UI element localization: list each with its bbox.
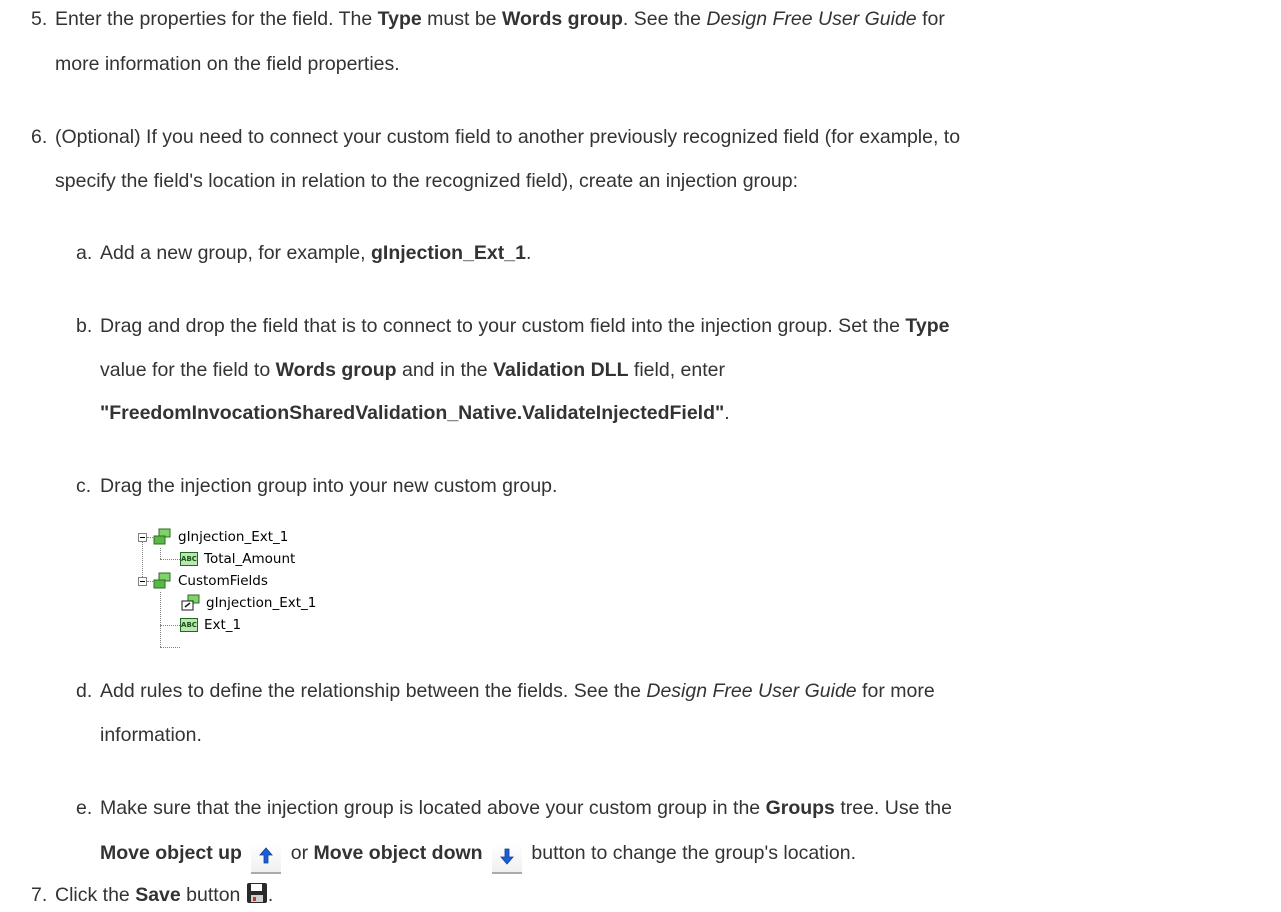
tree-connector: [160, 625, 180, 626]
guide-reference: Design Free User Guide: [706, 8, 917, 30]
text: Click the: [55, 884, 136, 906]
substep-b-line-3: "FreedomInvocationSharedValidation_Nativ…: [100, 396, 1270, 430]
tree-connector: [160, 548, 161, 559]
type-term: Type: [377, 8, 422, 30]
tree-connector: [160, 647, 180, 648]
step-5-line-1: Enter the properties for the field. The …: [55, 2, 1255, 36]
arrow-down-icon: [491, 844, 522, 874]
step-5-line-2: more information on the field properties…: [55, 53, 400, 75]
arrow-up-icon: [251, 844, 282, 874]
text: and in the: [396, 359, 494, 381]
validation-code: "FreedomInvocationSharedValidation_Nativ…: [100, 402, 725, 424]
tree-node-label: CustomFields: [178, 573, 268, 589]
text: Enter the properties for the field. The: [55, 8, 378, 30]
tree-connector: [142, 539, 143, 579]
step-number: 5.: [31, 8, 48, 30]
tree-node-label: Total_Amount: [204, 551, 296, 567]
abc-field-icon: ABC: [180, 552, 198, 566]
group-icon: [153, 528, 171, 545]
substep-e-line-2: Move object up or Move object down butto…: [100, 836, 1270, 874]
text: or: [285, 842, 314, 864]
words-group-term: Words group: [275, 359, 397, 381]
text: button: [180, 884, 241, 906]
type-term: Type: [905, 315, 950, 337]
text: for: [916, 8, 945, 30]
groups-tree: gInjection_Ext_1 ABC Total_Amount Custom…: [138, 526, 318, 656]
tree-node-label: gInjection_Ext_1: [178, 529, 289, 545]
tree-connector: [160, 559, 180, 560]
text: .: [267, 884, 274, 906]
step-number: 6.: [31, 126, 48, 148]
substep-c-line: Drag the injection group into your new c…: [100, 475, 558, 497]
substep-b-line-1: Drag and drop the field that is to conne…: [100, 309, 1270, 343]
tree-node-label: Ext_1: [204, 617, 242, 633]
move-down-term: Move object down: [313, 842, 483, 864]
step-6-line-1: (Optional) If you need to connect your c…: [55, 126, 961, 148]
substep-letter: a.: [76, 242, 93, 264]
collapse-icon[interactable]: [138, 577, 147, 586]
group-name: gInjection_Ext_1: [371, 242, 526, 264]
collapse-icon[interactable]: [138, 533, 147, 542]
substep-letter: c.: [76, 475, 92, 497]
tree-node-label: gInjection_Ext_1: [206, 595, 317, 611]
step-7-line: Click the Save button .: [55, 878, 1205, 912]
text: .: [724, 402, 730, 424]
text: must be: [421, 8, 502, 30]
move-up-term: Move object up: [100, 842, 242, 864]
text: value for the field to: [100, 359, 276, 381]
injection-group-icon: [181, 594, 200, 611]
step-6-line-2: specify the field's location in relation…: [55, 170, 798, 192]
abc-field-icon: ABC: [180, 618, 198, 632]
text: tree. Use the: [834, 797, 952, 819]
substep-b-line-2: value for the field to Words group and i…: [100, 353, 1270, 387]
words-group-term: Words group: [501, 8, 623, 30]
substep-letter: e.: [76, 797, 93, 819]
groups-term: Groups: [765, 797, 835, 819]
text: button to change the group's location.: [525, 842, 857, 864]
validation-dll-term: Validation DLL: [493, 359, 629, 381]
substep-e-line-1: Make sure that the injection group is lo…: [100, 791, 1270, 825]
tree-connector: [160, 592, 161, 647]
text: field, enter: [628, 359, 725, 381]
floppy-disk-icon: [246, 883, 267, 903]
substep-d-line-1: Add rules to define the relationship bet…: [100, 674, 1270, 708]
text: . See the: [622, 8, 707, 30]
text: .: [525, 242, 532, 264]
substep-a-line: Add a new group, for example, gInjection…: [100, 236, 1250, 270]
substep-letter: d.: [76, 680, 93, 702]
substep-letter: b.: [76, 315, 93, 337]
guide-reference: Design Free User Guide: [646, 680, 857, 702]
text: Add a new group, for example,: [100, 242, 371, 264]
text: Add rules to define the relationship bet…: [100, 680, 647, 702]
step-number: 7.: [31, 884, 48, 906]
text: for more: [856, 680, 935, 702]
text: Drag and drop the field that is to conne…: [100, 315, 906, 337]
group-icon: [153, 572, 171, 589]
save-term: Save: [135, 884, 181, 906]
substep-d-line-2: information.: [100, 724, 202, 746]
text: Make sure that the injection group is lo…: [100, 797, 766, 819]
